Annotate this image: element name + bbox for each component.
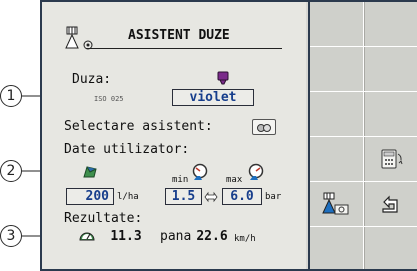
page-title: ASISTENT DUZE	[128, 28, 230, 43]
pressure-max-icon	[248, 163, 264, 180]
results-label: Rezultate:	[64, 211, 143, 226]
nozzle-settings-button[interactable]	[310, 182, 362, 226]
nozzle-color-field[interactable]: violet	[172, 89, 254, 106]
return-arrow-icon	[382, 195, 398, 213]
softkey-3-right[interactable]	[365, 92, 417, 136]
softkey-1-right[interactable]	[365, 2, 417, 46]
user-data-label: Date utilizator:	[64, 142, 190, 157]
assistant-icon	[257, 124, 271, 132]
softkey-2-right[interactable]	[365, 47, 417, 91]
nozzle-standard: ISO 025	[94, 95, 124, 103]
speed-min-value: 11.3	[110, 229, 142, 244]
calculator-button[interactable]	[365, 137, 417, 181]
callout-2: 2	[0, 160, 22, 182]
callout-3: 3	[0, 225, 22, 247]
nozzle-label: Duza:	[72, 72, 112, 87]
softkey-1-left[interactable]	[310, 2, 362, 46]
nozzle-color-icon	[217, 71, 229, 85]
softkey-divider	[310, 226, 417, 227]
terminal-screen: ASISTENT DUZE Duza: ISO 025 violet Selec…	[40, 0, 417, 271]
assistant-select-button[interactable]	[252, 119, 276, 135]
callout-1: 1	[0, 85, 22, 107]
softkey-panel	[308, 2, 417, 269]
softkey-2-left[interactable]	[310, 47, 362, 91]
softkey-3-left[interactable]	[310, 92, 362, 136]
main-panel: ASISTENT DUZE Duza: ISO 025 violet Selec…	[42, 2, 306, 269]
min-label: min	[172, 175, 189, 185]
calculator-rotate-icon	[381, 149, 403, 169]
back-button[interactable]	[365, 182, 417, 226]
speedometer-icon	[79, 232, 95, 241]
range-icon	[204, 191, 218, 203]
pressure-min-icon	[192, 163, 208, 180]
softkey-4-left[interactable]	[310, 137, 362, 181]
max-label: max	[226, 175, 243, 185]
pressure-min-field[interactable]: 1.5	[165, 188, 202, 205]
assistant-label: Selectare asistent:	[64, 119, 213, 134]
title-divider	[86, 48, 282, 49]
rate-unit: l/ha	[117, 192, 139, 202]
field-area-icon	[83, 166, 97, 178]
pressure-unit: bar	[265, 192, 282, 202]
pressure-max-field[interactable]: 6.0	[222, 188, 262, 205]
application-rate-field[interactable]: 200	[66, 188, 114, 205]
speed-max-value: 22.6	[196, 229, 228, 244]
until-label: pana	[160, 229, 192, 244]
nozzle-settings-icon	[322, 192, 349, 215]
speed-unit: km/h	[234, 234, 256, 244]
